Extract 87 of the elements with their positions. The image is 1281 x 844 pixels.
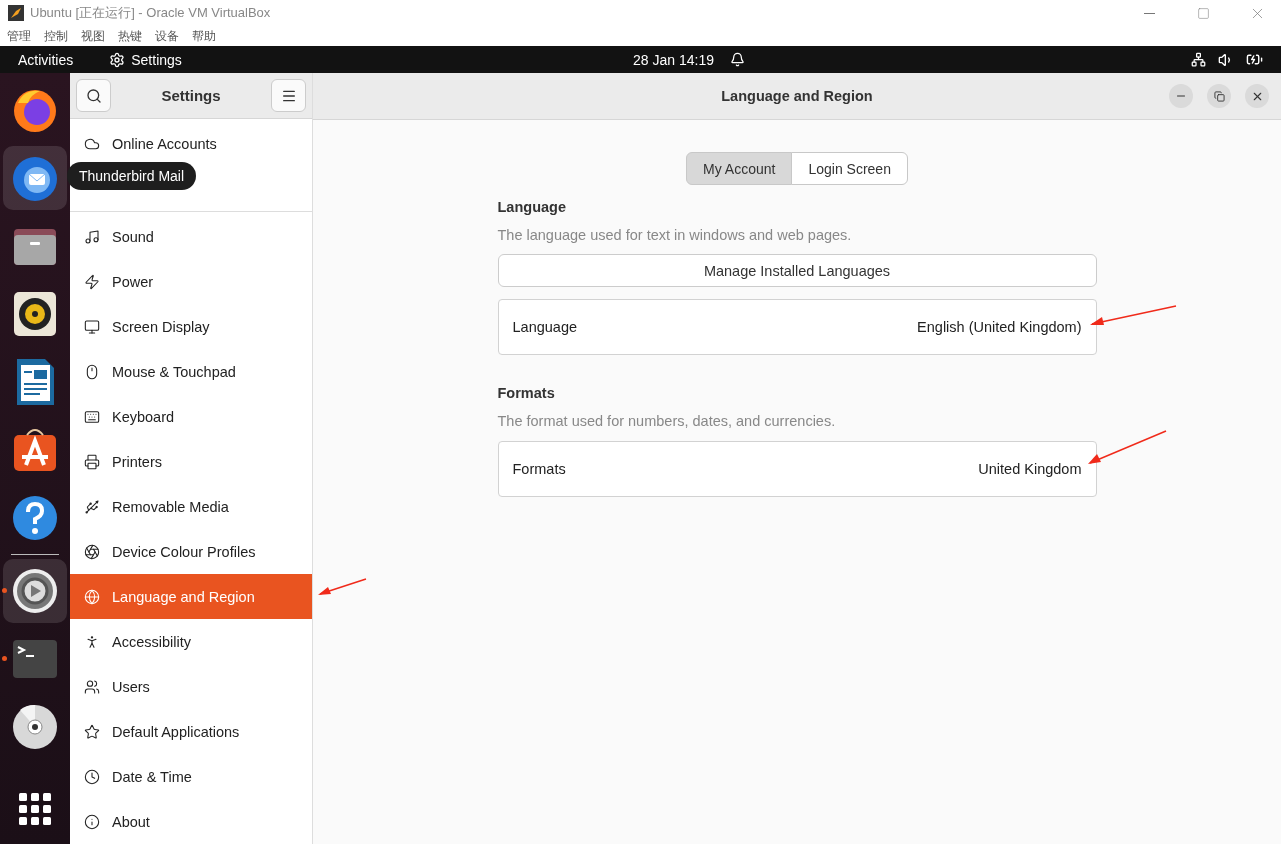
setting-row[interactable]: Formats United Kingdom (497, 441, 1097, 497)
menu-item[interactable]: 控制 (44, 27, 68, 45)
lightning-icon (84, 273, 100, 290)
app-grid-icon[interactable] (18, 792, 52, 826)
menu-item[interactable]: 管理 (7, 27, 31, 45)
sidebar-item[interactable]: Default Applications (70, 709, 312, 754)
row-label: Formats (512, 461, 566, 477)
help-icon[interactable] (10, 493, 60, 543)
sidebar-item[interactable]: Sound (70, 214, 312, 259)
section-description: The format used for numbers, dates, and currencies. (497, 413, 837, 429)
sidebar-label: Printers (112, 453, 162, 470)
sidebar-label: About (112, 813, 150, 830)
clock-icon (84, 768, 100, 785)
search-button[interactable] (76, 79, 111, 112)
sidebar-item[interactable]: Keyboard (70, 394, 312, 439)
sidebar-item[interactable]: Date & Time (70, 754, 312, 799)
sidebar-title: Settings (161, 87, 221, 104)
manage-languages-button[interactable]: Manage Installed Languages (497, 254, 1097, 287)
sidebar-label: Mouse & Touchpad (112, 363, 236, 380)
annotation-arrow (318, 578, 368, 596)
menu-item[interactable]: 帮助 (192, 27, 216, 45)
sidebar-label: Removable Media (112, 498, 229, 515)
tab[interactable]: Login Screen (791, 152, 908, 185)
section-description: The language used for text in windows and web pages. (497, 227, 853, 243)
section-heading: Language (497, 199, 567, 215)
dock-item[interactable] (3, 146, 67, 210)
usb-icon (84, 498, 100, 515)
aperture-icon (84, 543, 100, 560)
sidebar-label: Screen Display (112, 318, 210, 335)
sidebar-item[interactable]: Language and Region (70, 574, 312, 619)
minimize-button[interactable] (1169, 84, 1193, 108)
clock[interactable]: 28 Jan 14:19 (633, 51, 714, 68)
row-value: English (United Kingdom) (917, 319, 1082, 335)
network-icon[interactable] (1191, 52, 1206, 67)
sidebar-label: Default Applications (112, 723, 240, 740)
sidebar-label: Accessibility (112, 633, 191, 650)
sidebar-item[interactable]: Users (70, 664, 312, 709)
tooltip: Thunderbird Mail (67, 162, 197, 190)
sidebar-label: Keyboard (112, 408, 175, 425)
app-logo-icon (8, 5, 24, 21)
sidebar-label: Sound (112, 228, 154, 245)
sidebar-item[interactable]: Printers (70, 439, 312, 484)
sidebar-item[interactable]: Power (70, 259, 312, 304)
menu-button[interactable] (271, 79, 306, 112)
menu-item[interactable]: 设备 (155, 27, 179, 45)
monitor-icon (84, 318, 100, 335)
row-label: Language (512, 319, 577, 335)
sidebar-label: Language and Region (112, 588, 255, 605)
restore-button[interactable] (1207, 84, 1231, 108)
sidebar-item[interactable]: Removable Media (70, 484, 312, 529)
users-icon (84, 678, 100, 695)
search-icon (85, 87, 102, 104)
printer-icon (84, 453, 100, 470)
sidebar-item[interactable]: About (70, 799, 312, 844)
sidebar-label: Users (112, 678, 150, 695)
info-icon (84, 813, 100, 830)
sidebar-item[interactable]: Mouse & Touchpad (70, 349, 312, 394)
restore-icon (1213, 90, 1225, 102)
star-icon (84, 723, 100, 740)
mouse-icon (84, 363, 100, 380)
app-menu[interactable]: Settings (131, 51, 182, 68)
person-icon (84, 633, 100, 650)
sidebar-label: Date & Time (112, 768, 192, 785)
window-title: Ubuntu [正在运行] - Oracle VM VirtualBox (30, 4, 272, 22)
music-note-icon (84, 228, 100, 245)
sidebar-label: Online Accounts (112, 135, 217, 152)
globe-icon (84, 588, 100, 605)
bell-icon[interactable] (729, 52, 745, 67)
menu-item[interactable]: 热键 (118, 27, 142, 45)
activities-button[interactable]: Activities (18, 51, 74, 68)
maximize-icon (1196, 6, 1210, 20)
menu-item[interactable]: 视图 (81, 27, 105, 45)
close-button[interactable] (1245, 84, 1269, 108)
sidebar-label: Power (112, 273, 154, 290)
row-value: United Kingdom (978, 461, 1082, 477)
disc-icon[interactable] (10, 702, 60, 752)
sidebar-label: Device Colour Profiles (112, 543, 256, 560)
sidebar-item[interactable]: Accessibility (70, 619, 312, 664)
minimize-icon (1143, 12, 1155, 14)
dock-item[interactable] (3, 559, 67, 623)
section-heading: Formats (497, 385, 556, 401)
setting-row[interactable]: Language English (United Kingdom) (497, 299, 1097, 355)
keyboard-icon (84, 408, 100, 425)
sidebar-item[interactable]: Screen Display (70, 304, 312, 349)
page-title: Language and Region (721, 88, 873, 104)
tab[interactable]: My Account (686, 152, 793, 185)
sidebar-item[interactable]: Device Colour Profiles (70, 529, 312, 574)
